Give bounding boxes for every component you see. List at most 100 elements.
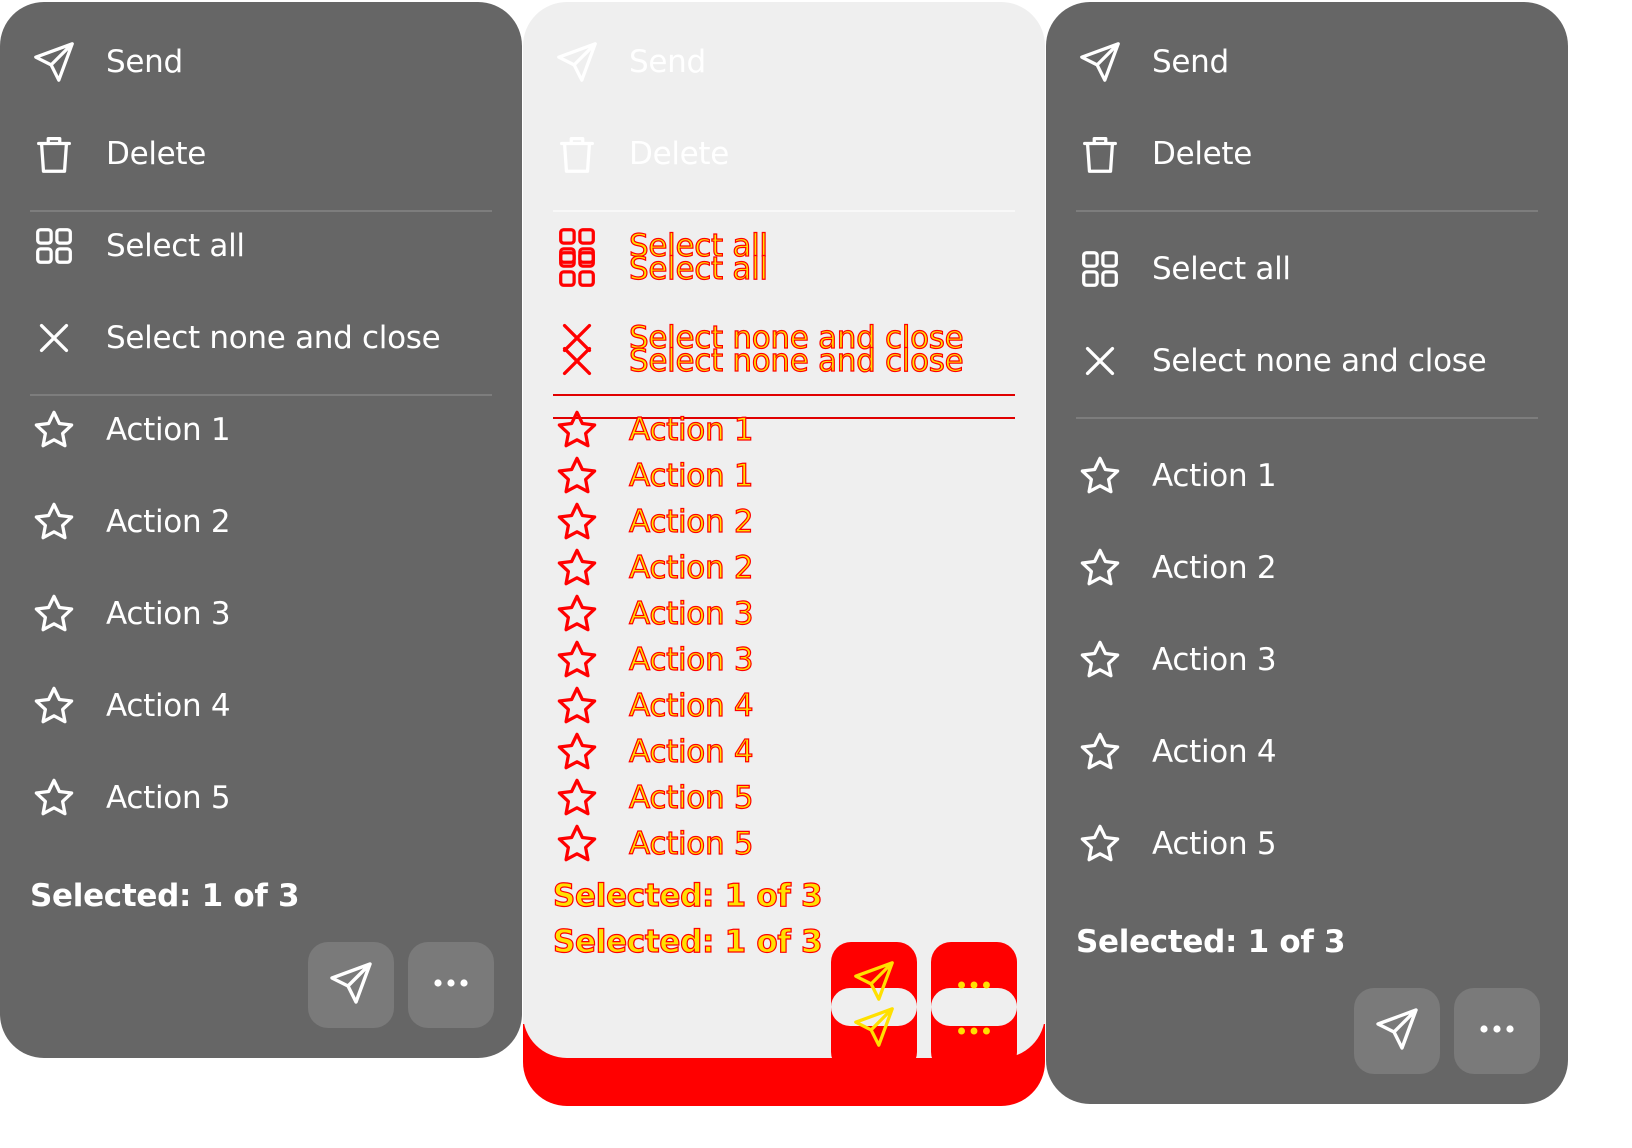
menu-item-label: Delete	[106, 136, 207, 172]
star-icon	[1076, 820, 1124, 868]
star-icon	[1076, 728, 1124, 776]
more-button[interactable]	[931, 942, 1017, 1072]
more-dots-icon	[951, 1008, 997, 1058]
menu-item-action-1[interactable]: Action 1	[30, 400, 500, 460]
menu-item-delete[interactable]: Delete	[1076, 124, 1546, 184]
trash-icon	[553, 130, 601, 178]
divider	[1076, 210, 1538, 212]
grid-icon	[30, 222, 78, 270]
divider	[553, 394, 1015, 396]
menu-item-label: Delete	[629, 136, 730, 172]
menu-item-label: Action 2	[106, 504, 231, 540]
menu-item-label: Delete	[1152, 136, 1253, 172]
divider	[30, 210, 492, 212]
star-icon	[30, 590, 78, 638]
send-icon	[851, 958, 897, 1008]
star-icon	[553, 820, 601, 868]
more-dots-icon	[1473, 1005, 1521, 1057]
menu-item-action-2[interactable]: Action 2	[1076, 538, 1546, 598]
star-icon	[30, 774, 78, 822]
menu-item-label: Action 3	[1152, 642, 1277, 678]
menu-item-label: Select none and close	[1152, 343, 1487, 379]
menu-item-delete[interactable]: Delete	[30, 124, 500, 184]
close-icon	[553, 337, 601, 385]
close-icon	[1076, 337, 1124, 385]
grid-icon	[1076, 245, 1124, 293]
grid-icon	[553, 245, 601, 293]
send-button[interactable]	[308, 942, 394, 1028]
menu-item-label: Select all	[106, 228, 245, 264]
menu-item-action-5-shifted[interactable]: Action 5	[553, 814, 1023, 874]
menu-item-label: Action 3	[628, 595, 754, 632]
menu-item-label: Action 4	[628, 733, 754, 770]
menu-item-select-all-shifted[interactable]: Select all	[553, 239, 1023, 299]
menu-item-send[interactable]: Send	[30, 32, 500, 92]
menu-item-label: Action 2	[628, 503, 754, 540]
close-icon	[30, 314, 78, 362]
menu-item-delete[interactable]: Delete	[553, 124, 1023, 184]
star-icon	[1076, 636, 1124, 684]
menu-item-select-none[interactable]: Select none and close	[30, 308, 500, 368]
more-button[interactable]	[1454, 988, 1540, 1074]
send-icon	[553, 38, 601, 86]
menu-item-label: Action 1	[628, 411, 754, 448]
star-icon	[30, 682, 78, 730]
menu-item-action-5[interactable]: Action 5	[1076, 814, 1546, 874]
menu-item-action-4[interactable]: Action 4	[1076, 722, 1546, 782]
divider	[1076, 417, 1538, 419]
selection-count: Selected: 1 of 3	[30, 878, 300, 914]
send-icon	[327, 959, 375, 1011]
menu-item-label: Action 5	[1152, 826, 1277, 862]
more-dots-icon	[951, 962, 997, 1012]
selection-count-shifted: Selected: 1 of 3	[552, 923, 823, 960]
menu-item-label: Action 1	[1152, 458, 1277, 494]
menu-item-label: Action 4	[628, 687, 754, 724]
send-button[interactable]	[831, 942, 917, 1072]
menu-item-label: Action 4	[1152, 734, 1277, 770]
action-menu-panel-left: Send Delete Select all Select none and c…	[0, 2, 522, 1058]
menu-item-label: Send	[629, 44, 706, 80]
send-icon	[1076, 38, 1124, 86]
send-icon	[30, 38, 78, 86]
menu-item-label: Select none and close	[106, 320, 441, 356]
more-dots-icon	[427, 959, 475, 1011]
menu-item-action-2[interactable]: Action 2	[30, 492, 500, 552]
menu-item-label: Action 5	[628, 825, 754, 862]
menu-item-select-none-shifted[interactable]: Select none and close	[553, 331, 1023, 391]
action-menu-panel-right: Send Delete Select all Select none and c…	[1046, 2, 1568, 1104]
action-menu-panel-overlay: Send Delete Select all Select all Select…	[523, 2, 1045, 1106]
menu-item-label: Action 1	[628, 457, 754, 494]
menu-item-label: Action 3	[106, 596, 231, 632]
menu-item-select-all[interactable]: Select all	[30, 216, 500, 276]
menu-item-action-4[interactable]: Action 4	[30, 676, 500, 736]
menu-item-action-3[interactable]: Action 3	[30, 584, 500, 644]
selection-count: Selected: 1 of 3	[1076, 924, 1346, 960]
more-button[interactable]	[408, 942, 494, 1028]
menu-item-label: Action 4	[106, 688, 231, 724]
star-icon	[30, 406, 78, 454]
menu-item-select-none[interactable]: Select none and close	[1076, 331, 1546, 391]
divider	[553, 210, 1015, 212]
star-icon	[1076, 452, 1124, 500]
selection-count: Selected: 1 of 3	[552, 877, 823, 914]
trash-icon	[30, 130, 78, 178]
divider	[30, 394, 492, 396]
menu-item-label: Action 5	[628, 779, 754, 816]
menu-item-label: Select all	[1152, 251, 1291, 287]
send-icon	[851, 1004, 897, 1054]
menu-item-send[interactable]: Send	[553, 32, 1023, 92]
menu-item-action-3[interactable]: Action 3	[1076, 630, 1546, 690]
menu-item-action-1[interactable]: Action 1	[1076, 446, 1546, 506]
menu-item-label: Send	[1152, 44, 1229, 80]
star-icon	[1076, 544, 1124, 592]
menu-item-select-all[interactable]: Select all	[1076, 239, 1546, 299]
menu-item-action-5[interactable]: Action 5	[30, 768, 500, 828]
send-button[interactable]	[1354, 988, 1440, 1074]
menu-item-label: Action 3	[628, 641, 754, 678]
trash-icon	[1076, 130, 1124, 178]
menu-item-label: Action 5	[106, 780, 231, 816]
menu-item-label: Action 2	[628, 549, 754, 586]
menu-item-send[interactable]: Send	[1076, 32, 1546, 92]
menu-item-label: Select none and close	[628, 342, 964, 379]
menu-item-label: Select all	[628, 250, 768, 287]
